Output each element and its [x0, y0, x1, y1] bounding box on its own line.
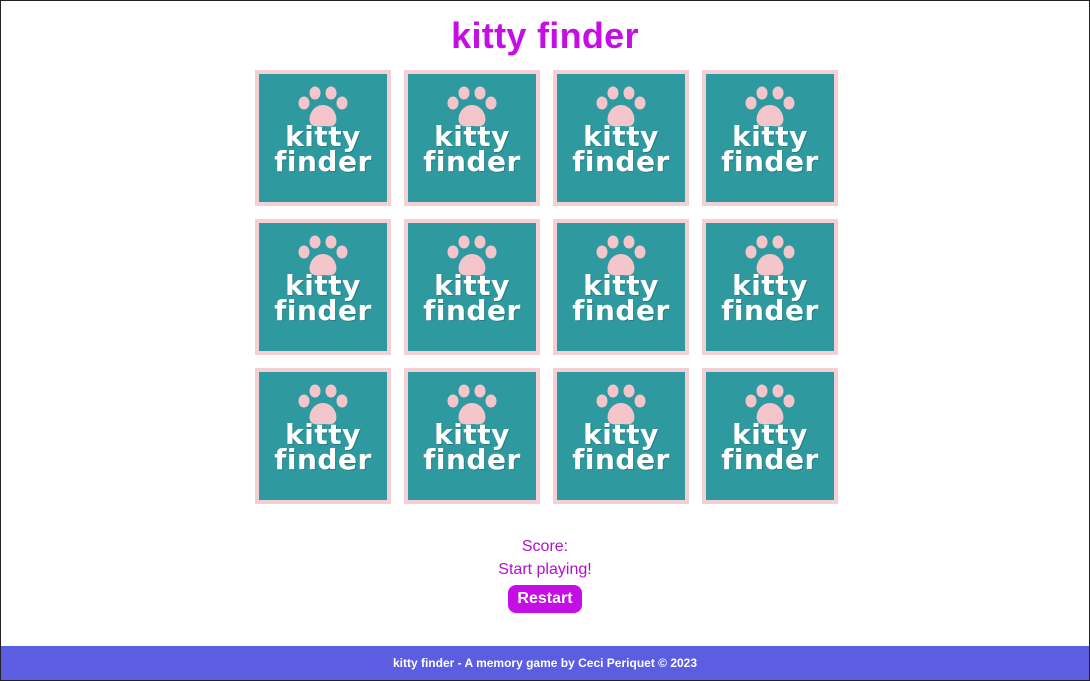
card-back: kitty finder — [408, 372, 536, 500]
card-back: kitty finder — [706, 74, 834, 202]
memory-card[interactable]: kitty finder — [404, 368, 540, 504]
memory-card[interactable]: kitty finder — [702, 368, 838, 504]
card-logo-line2: finder — [423, 443, 521, 476]
card-back: kitty finder — [259, 372, 387, 500]
card-logo-line2: finder — [423, 294, 521, 327]
card-back: kitty finder — [706, 372, 834, 500]
page-title: kitty finder — [451, 15, 639, 56]
status-message: Start playing! — [498, 561, 592, 578]
memory-card[interactable]: kitty finder — [553, 70, 689, 206]
memory-card[interactable]: kitty finder — [702, 70, 838, 206]
memory-card[interactable]: kitty finder — [702, 219, 838, 355]
status-panel: Score: Start playing! Restart — [1, 537, 1089, 613]
score-label: Score: — [521, 538, 569, 555]
footer-text: kitty finder - A memory game by Ceci Per… — [392, 656, 698, 670]
card-back: kitty finder — [408, 74, 536, 202]
restart-button[interactable]: Restart — [508, 585, 582, 613]
card-logo-line2: finder — [721, 145, 819, 178]
memory-card[interactable]: kitty finder — [404, 219, 540, 355]
memory-card[interactable]: kitty finder — [404, 70, 540, 206]
footer: kitty finder - A memory game by Ceci Per… — [1, 646, 1089, 680]
card-logo-line2: finder — [721, 294, 819, 327]
card-logo-line2: finder — [572, 443, 670, 476]
memory-card[interactable]: kitty finder — [255, 368, 391, 504]
card-logo-line2: finder — [572, 145, 670, 178]
memory-card[interactable]: kitty finder — [255, 219, 391, 355]
memory-card[interactable]: kitty finder — [255, 70, 391, 206]
card-back: kitty finder — [557, 74, 685, 202]
card-logo-line2: finder — [274, 443, 372, 476]
card-back: kitty finder — [259, 74, 387, 202]
card-back: kitty finder — [408, 223, 536, 351]
card-back: kitty finder — [557, 223, 685, 351]
card-back: kitty finder — [706, 223, 834, 351]
game-board: kitty finder kitty finder kitty finder kitty fi… — [255, 70, 838, 504]
card-logo-line2: finder — [721, 443, 819, 476]
memory-card[interactable]: kitty finder — [553, 368, 689, 504]
card-logo-line2: finder — [274, 145, 372, 178]
card-logo-line2: finder — [423, 145, 521, 178]
memory-card[interactable]: kitty finder — [553, 219, 689, 355]
card-back: kitty finder — [259, 223, 387, 351]
card-logo-line2: finder — [572, 294, 670, 327]
card-back: kitty finder — [557, 372, 685, 500]
card-logo-line2: finder — [274, 294, 372, 327]
